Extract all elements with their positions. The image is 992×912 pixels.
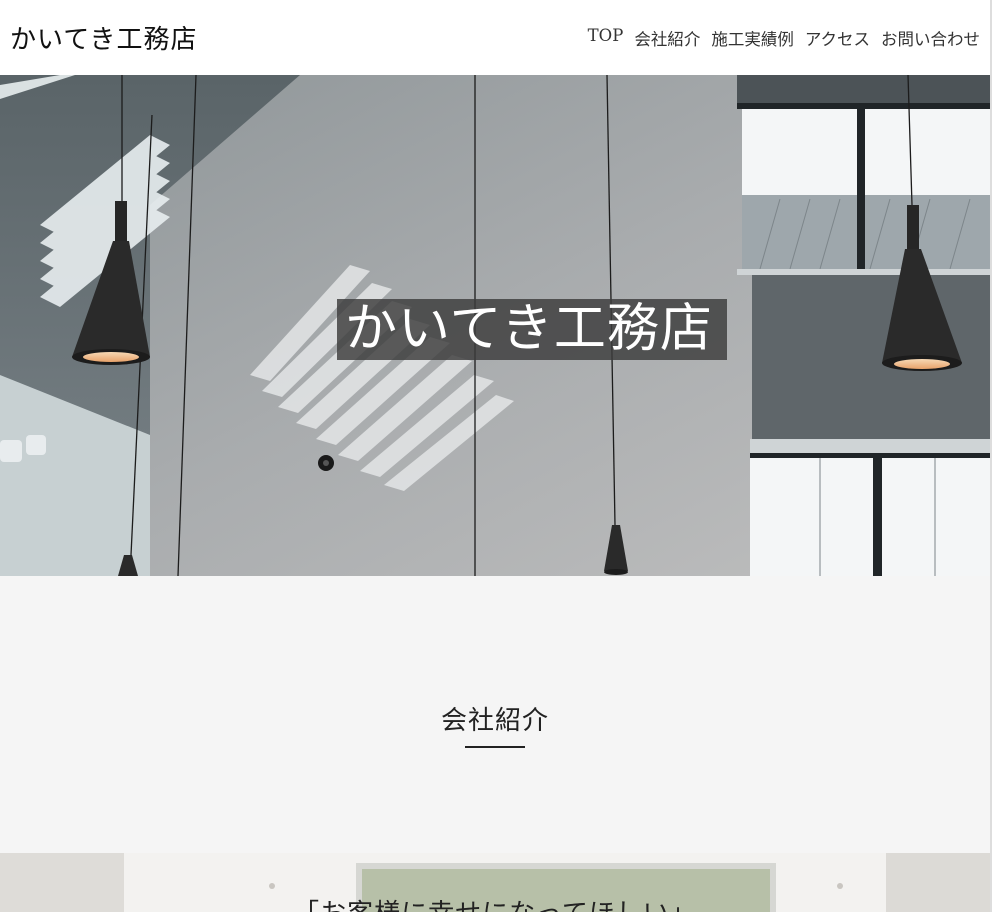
nav-item-company[interactable]: 会社紹介: [634, 26, 700, 50]
nav-item-top[interactable]: TOP: [588, 26, 624, 50]
company-catchphrase: 「お客様に幸せになってほしい」: [0, 893, 990, 912]
company-section: 会社紹介: [0, 576, 990, 853]
nav-item-works[interactable]: 施工実績例: [711, 26, 794, 50]
heading-underline: [465, 746, 525, 748]
hero-banner: かいてき工務店: [0, 75, 990, 576]
page: かいてき工務店 TOP 会社紹介 施工実績例 アクセス お問い合わせ かいてき工…: [0, 0, 992, 912]
nav-item-contact[interactable]: お問い合わせ: [881, 26, 980, 50]
hero-title: かいてき工務店: [337, 299, 727, 360]
main-nav: TOP 会社紹介 施工実績例 アクセス お問い合わせ: [588, 26, 980, 50]
site-header: かいてき工務店 TOP 会社紹介 施工実績例 アクセス お問い合わせ: [0, 0, 990, 75]
site-logo[interactable]: かいてき工務店: [10, 19, 197, 56]
company-photo-banner: 「お客様に幸せになってほしい」: [0, 853, 990, 912]
nav-item-access[interactable]: アクセス: [805, 26, 870, 50]
section-heading-company: 会社紹介: [440, 706, 549, 736]
